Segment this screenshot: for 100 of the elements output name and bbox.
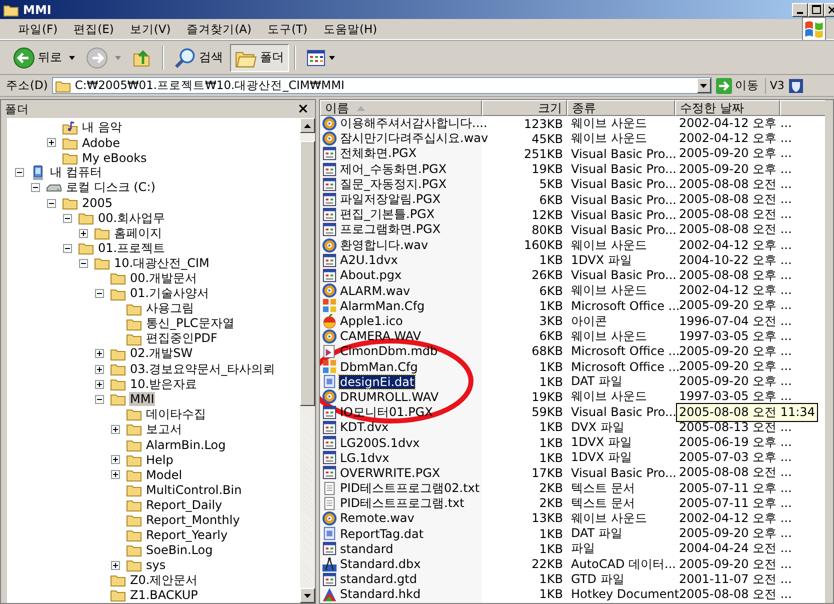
tree-item[interactable]: Report_Daily <box>145 498 224 512</box>
file-name[interactable]: CimonDbm.mdb <box>339 344 439 358</box>
back-button[interactable]: 뒤로 <box>8 44 67 72</box>
expand-icon[interactable] <box>111 455 120 464</box>
file-name[interactable]: PID테스트프로그램02.txt <box>339 480 481 497</box>
collapse-icon[interactable] <box>15 168 24 178</box>
go-button[interactable]: 이동 <box>716 78 766 94</box>
file-name[interactable]: 이용해주셔서감사합니다.... <box>339 116 488 132</box>
column-header[interactable]: 수정한 날짜 <box>675 100 780 116</box>
tree-item[interactable]: Z0.제안문서 <box>129 572 199 589</box>
tree-item[interactable]: My eBooks <box>81 150 148 165</box>
file-name[interactable]: PID테스트프로그램.txt <box>339 494 466 512</box>
caret-icon[interactable] <box>69 56 75 60</box>
file-name[interactable]: DbmMan.Cfg <box>339 360 419 374</box>
file-name[interactable]: KDT.dvx <box>339 420 390 434</box>
file-name[interactable]: OVERWRITE.PGX <box>339 466 442 480</box>
tree-item[interactable]: 01.프로젝트 <box>97 240 166 257</box>
column-header[interactable]: 이름 <box>320 100 482 116</box>
file-name[interactable]: 프로그램화면.PGX <box>339 221 442 238</box>
expand-icon[interactable] <box>47 138 56 148</box>
column-header[interactable]: 크기 <box>482 100 567 116</box>
file-name[interactable]: standard <box>339 542 394 556</box>
tree-item[interactable]: sys <box>145 558 167 572</box>
tree-item[interactable]: 데이타수집 <box>145 406 207 423</box>
maximize-button[interactable] <box>808 2 824 16</box>
menu-item[interactable]: 도움말(H) <box>316 22 386 36</box>
tree-item[interactable]: MMI <box>129 392 156 406</box>
expand-icon[interactable] <box>111 470 120 480</box>
tree-item[interactable]: 01.기술사양서 <box>129 285 210 302</box>
file-name[interactable]: Apple1.ico <box>339 314 404 328</box>
tree-item[interactable]: 03.경보요약문서_타사의뢰 <box>129 360 276 378</box>
tree-item[interactable]: Model <box>145 468 184 482</box>
expand-icon[interactable] <box>95 349 104 358</box>
file-name[interactable]: LG.1dvx <box>339 450 390 465</box>
file-name[interactable]: ReportTag.dat <box>339 526 425 541</box>
tree-item[interactable]: 사용그림 <box>145 300 195 318</box>
file-name[interactable]: DRUMROLL.WAV <box>339 390 440 404</box>
tree-item[interactable]: Help <box>145 452 174 467</box>
expand-icon[interactable] <box>95 364 104 374</box>
collapse-icon[interactable] <box>63 214 72 223</box>
tree-item[interactable]: 00.회사업무 <box>97 210 166 227</box>
close-button[interactable]: × <box>297 101 309 117</box>
scroll-down-button[interactable] <box>300 588 315 603</box>
collapse-icon[interactable] <box>31 183 40 192</box>
expand-icon[interactable] <box>111 560 120 570</box>
tree-item[interactable]: 02.개발SW <box>129 345 194 362</box>
file-name[interactable]: LG200S.1dvx <box>339 436 421 450</box>
address-field[interactable]: C:₩2005₩01.프로젝트₩10.대광산전_CIM₩MMI <box>52 77 712 94</box>
file-name[interactable]: 전체화면.PGX <box>339 145 418 162</box>
tree-item[interactable]: 2005 <box>81 196 114 210</box>
file-name[interactable]: Standard.dbx <box>339 557 422 572</box>
collapse-icon[interactable] <box>47 198 56 208</box>
file-name[interactable]: 편집_기본틀.PGX <box>339 206 436 224</box>
tree-item[interactable]: 00.개발문서 <box>129 270 198 287</box>
expand-icon[interactable] <box>95 380 104 389</box>
dropdown-button[interactable] <box>696 78 711 93</box>
file-name[interactable]: ALARM.wav <box>339 284 412 298</box>
file-name[interactable]: 잠시만기다려주십시요.wav <box>339 130 490 148</box>
expand-icon[interactable] <box>111 424 120 434</box>
shield-icon[interactable] <box>788 78 804 94</box>
file-name[interactable]: 환영합니다.wav <box>339 236 430 254</box>
column-header[interactable]: 종류 <box>567 100 675 116</box>
file-name[interactable]: AlarmMan.Cfg <box>339 298 426 313</box>
menu-item[interactable]: 보기(V) <box>122 22 179 36</box>
tree-item[interactable]: Adobe <box>81 136 121 150</box>
file-name[interactable]: CAMERA.WAV <box>339 329 422 344</box>
menu-item[interactable]: 도구(T) <box>260 22 316 36</box>
file-name[interactable]: About.pgx <box>339 268 403 282</box>
file-name[interactable]: 파일저장알림.PGX <box>339 191 442 208</box>
tree-item[interactable]: 홈페이지 <box>113 224 163 242</box>
tree-item[interactable]: 내 음악 <box>81 119 123 136</box>
collapse-icon[interactable] <box>63 244 72 253</box>
collapse-icon[interactable] <box>95 394 104 404</box>
tree-item[interactable]: 10.받은자료 <box>129 376 198 393</box>
tree-item[interactable]: 내 컴퓨터 <box>49 164 103 182</box>
scrollbar[interactable] <box>300 118 315 603</box>
file-name[interactable]: standard.gtd <box>339 572 418 586</box>
file-name[interactable]: A2U.1dvx <box>339 253 399 268</box>
tree-item[interactable]: 10.대광산전_CIM <box>113 254 210 272</box>
scrollbar[interactable] <box>825 100 833 603</box>
file-name[interactable]: 질문_자동정지.PGX <box>339 176 448 193</box>
tree-item[interactable]: AlarmBin.Log <box>145 438 227 452</box>
folders-button[interactable]: 폴더 <box>230 44 289 72</box>
file-name[interactable]: designEi.dat <box>339 374 416 389</box>
minimize-button[interactable] <box>792 2 808 16</box>
search-button[interactable]: 검색 <box>169 44 228 72</box>
menu-item[interactable]: 즐겨찾기(A) <box>178 22 260 36</box>
tree-item[interactable]: Z1.BACKUP <box>129 588 199 602</box>
menu-item[interactable]: 편집(E) <box>66 22 122 36</box>
tree-item[interactable]: MultiControl.Bin <box>145 482 243 497</box>
file-name[interactable]: Standard.hkd <box>339 587 422 602</box>
scroll-up-button[interactable] <box>300 118 315 133</box>
collapse-icon[interactable] <box>79 258 88 268</box>
tree-item[interactable]: 편집중인PDF <box>145 330 218 348</box>
tree-item[interactable]: Report_Yearly <box>145 528 229 542</box>
collapse-icon[interactable] <box>95 289 104 298</box>
file-name[interactable]: 제어_수동화면.PGX <box>339 160 448 178</box>
tree-item[interactable]: 보고서 <box>145 420 183 438</box>
tree-item[interactable]: SoeBin.Log <box>145 543 214 558</box>
tree-item[interactable]: 로컬 디스크 (C:) <box>65 179 156 196</box>
